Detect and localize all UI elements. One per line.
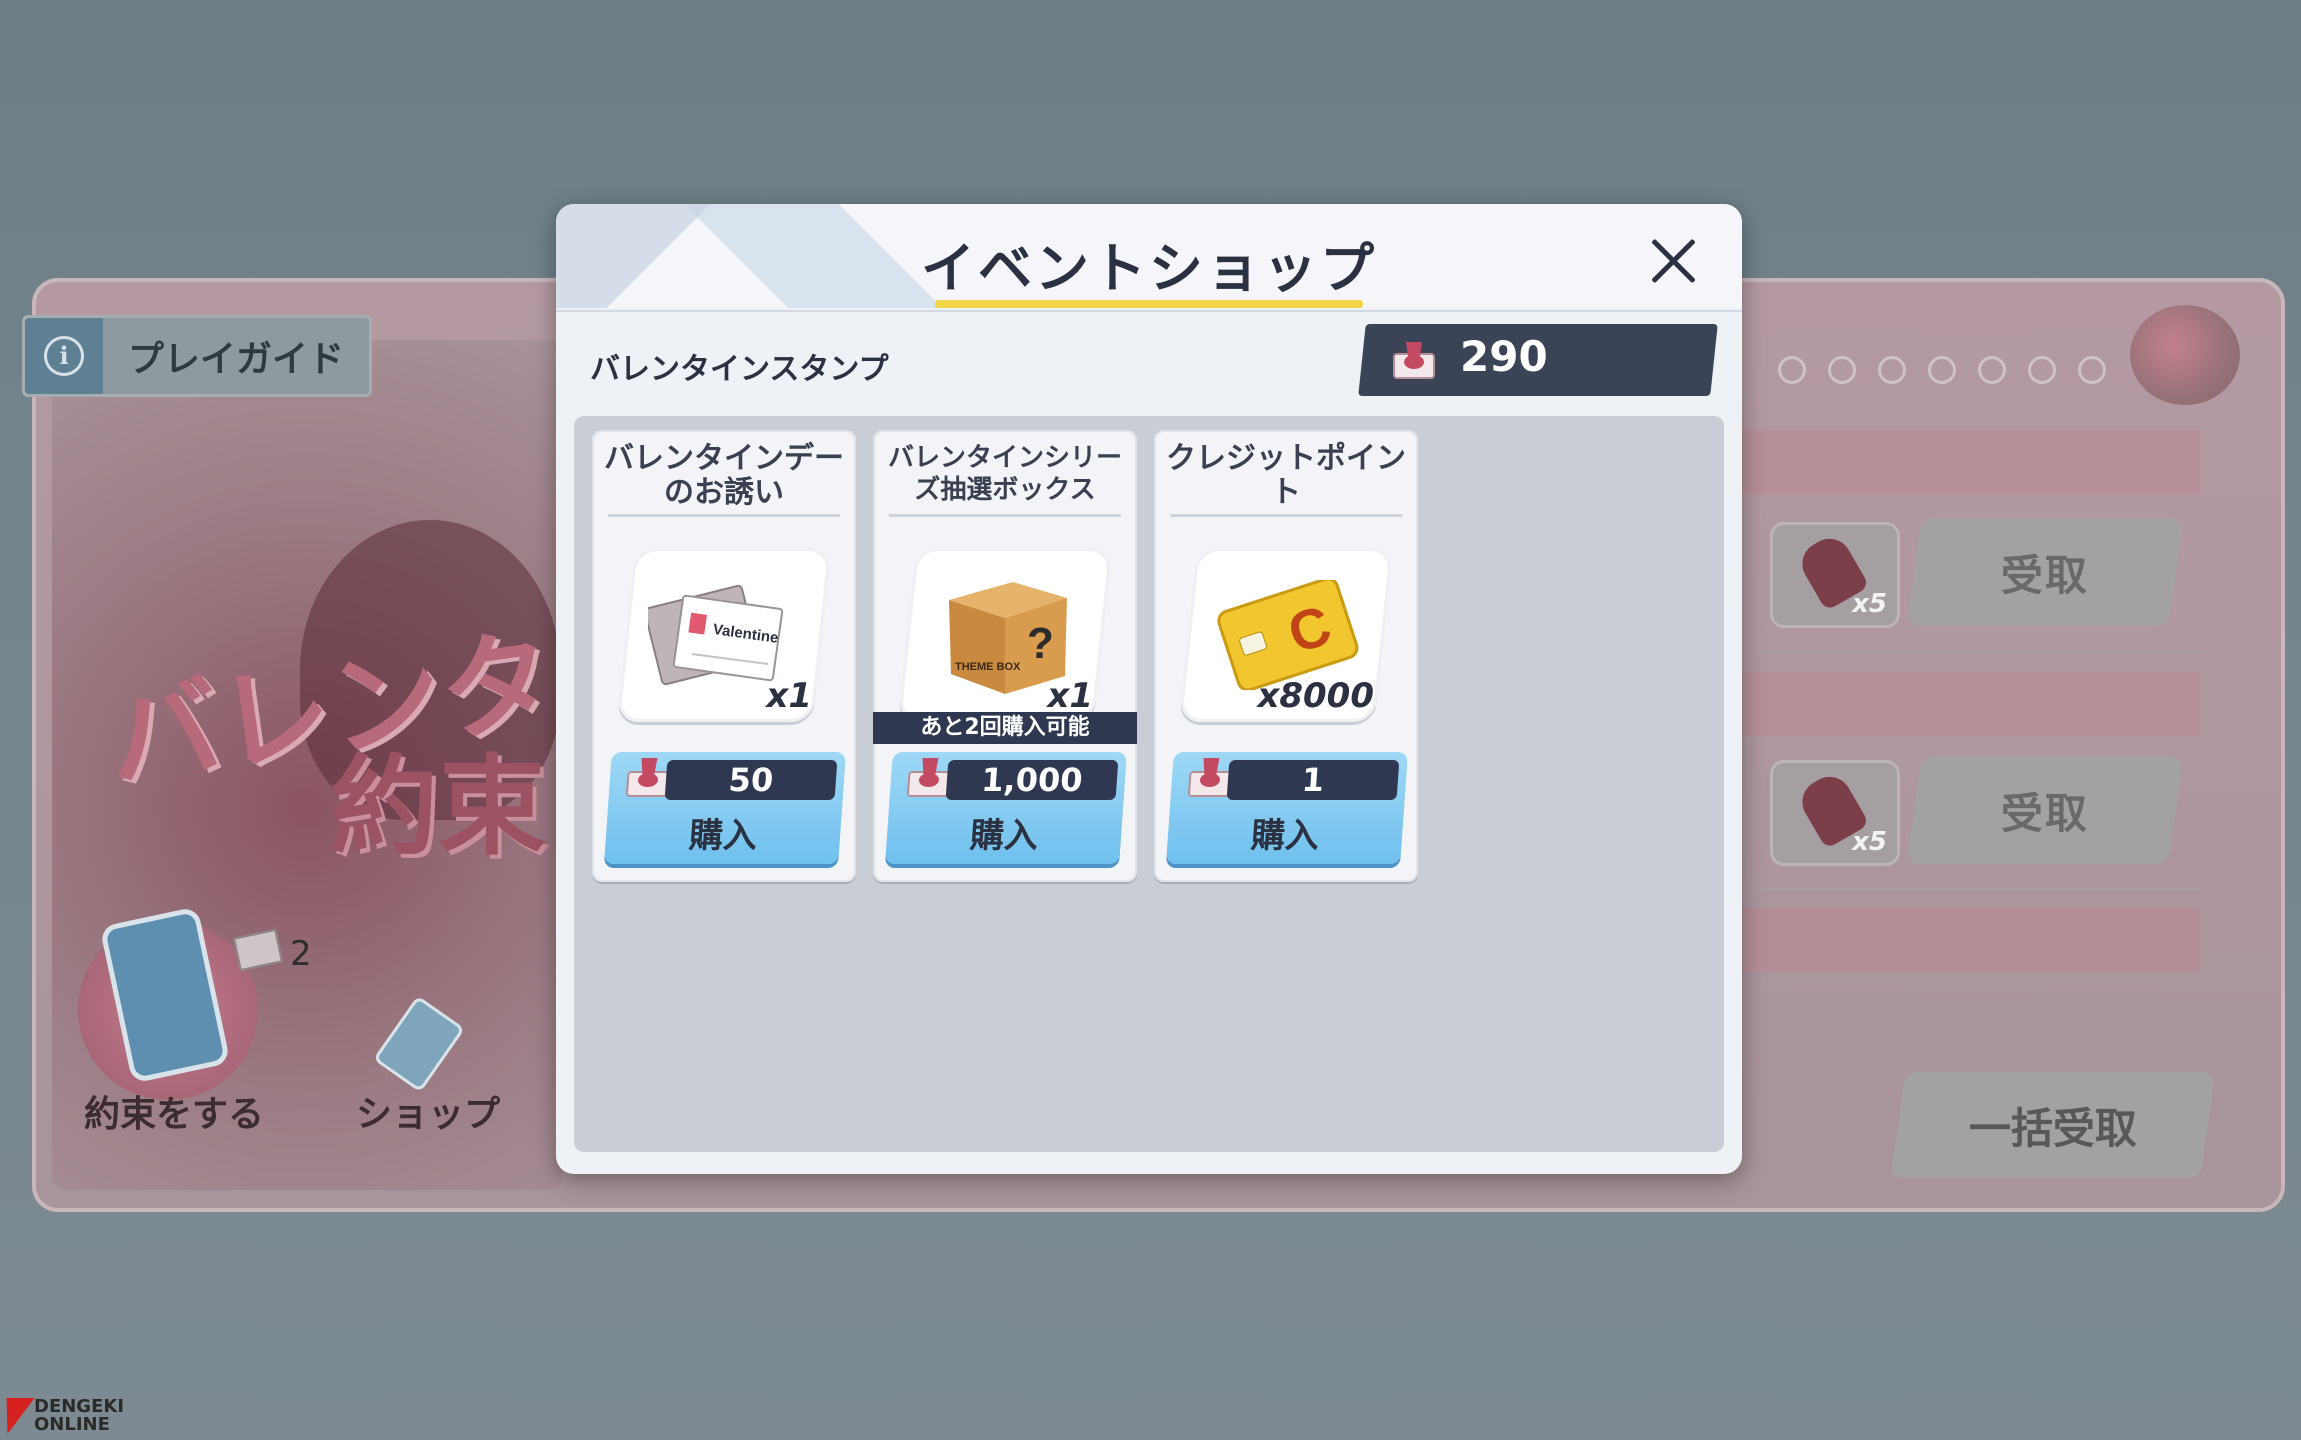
currency-label: バレンタインスタンプ	[590, 352, 889, 387]
item-name: バレンタインシリーズ抽選ボックス	[887, 443, 1122, 505]
receive-button[interactable]: 受取	[1906, 518, 2184, 626]
stamp-reward-tile: x5	[1770, 760, 1900, 866]
buy-label: 購入	[968, 816, 1040, 856]
buy-button[interactable]: 1,000 購入	[885, 752, 1127, 864]
buy-label: 購入	[687, 816, 759, 856]
watermark-logo: DENGEKI ONLINE	[0, 1398, 124, 1434]
row-band	[1740, 908, 2200, 972]
card-divider	[608, 514, 840, 517]
credit-card-icon: C	[1217, 580, 1359, 690]
item-name: クレジットポイント	[1166, 441, 1406, 510]
ring-decoration	[1978, 356, 2006, 384]
item-name: バレンタインデーのお誘い	[604, 441, 844, 510]
currency-value: 290	[1460, 332, 1548, 381]
watermark-line2: ONLINE	[34, 1414, 110, 1435]
row-divider	[1760, 650, 2200, 653]
event-shop-modal: イベントショップ バレンタインスタンプ 290 バレンタインデーのお誘い Val…	[556, 204, 1742, 1174]
valentine-letter-icon: Valentine	[648, 584, 784, 686]
purchase-limit: あと2回購入可能	[873, 712, 1137, 744]
cupcake-icon	[2130, 305, 2240, 405]
ring-decoration	[1828, 356, 1856, 384]
row-divider	[1760, 888, 2200, 891]
ring-decoration	[2078, 356, 2106, 384]
buy-button[interactable]: 50 購入	[604, 752, 846, 864]
receive-button-label: 受取	[2000, 788, 2089, 838]
buy-button[interactable]: 1 購入	[1166, 752, 1408, 864]
item-price: 1	[1226, 760, 1400, 800]
svg-text:?: ?	[1027, 619, 1054, 668]
bulk-receive-label: 一括受取	[1968, 1103, 2137, 1153]
item-price: 1,000	[945, 760, 1119, 800]
box-art-text: THEME BOX	[955, 661, 1021, 673]
close-icon[interactable]	[1642, 230, 1704, 292]
modal-title: イベントショップ	[921, 237, 1377, 300]
receive-button[interactable]: 受取	[1906, 756, 2184, 864]
promise-count: 2	[290, 934, 312, 974]
ring-decoration	[1778, 356, 1806, 384]
info-icon: i	[25, 318, 103, 394]
lightning-icon	[0, 1398, 35, 1434]
card-divider	[889, 514, 1121, 517]
title-underline	[935, 300, 1363, 308]
reward-count: x5	[1852, 827, 1887, 857]
ring-decoration	[2028, 356, 2056, 384]
row-band	[1740, 672, 2200, 736]
item-price: 50	[664, 760, 838, 800]
item-quantity: x1	[766, 676, 812, 716]
buy-label: 購入	[1249, 816, 1321, 856]
ring-decoration	[1878, 356, 1906, 384]
ring-decoration	[1928, 356, 1956, 384]
item-quantity: x8000	[1257, 676, 1374, 716]
bulk-receive-button[interactable]: 一括受取	[1890, 1072, 2216, 1178]
stamp-reward-tile: x5	[1770, 522, 1900, 628]
header-divider	[556, 310, 1742, 312]
receive-button-label: 受取	[2000, 550, 2089, 600]
shop-label[interactable]: ショップ	[356, 1085, 500, 1137]
card-divider	[1170, 514, 1402, 517]
row-band	[1740, 430, 2200, 494]
shop-item-card: バレンタインデーのお誘い Valentine x1 50 購入	[592, 430, 856, 882]
valentine-stamp-icon	[1393, 342, 1435, 379]
play-guide-label: プレイガイド	[127, 339, 344, 380]
reward-count: x5	[1852, 589, 1887, 619]
play-guide-button[interactable]: i プレイガイド	[22, 315, 372, 397]
shop-item-card: バレンタインシリーズ抽選ボックス ? THEME BOX x1 あと2回購入可能…	[873, 430, 1137, 882]
shop-item-card: クレジットポイント C x8000 1 購入	[1154, 430, 1418, 882]
promise-label[interactable]: 約束をする	[84, 1085, 264, 1137]
item-quantity: x1	[1047, 676, 1093, 716]
event-title-line2: 約束	[330, 745, 547, 870]
